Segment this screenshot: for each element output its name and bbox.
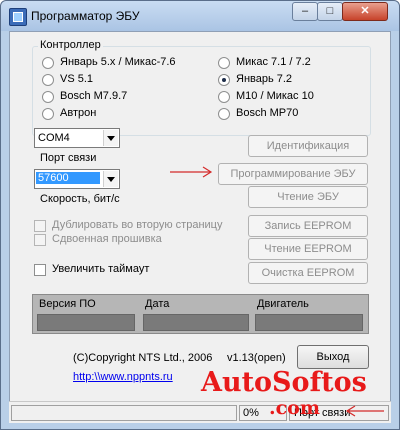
write-eeprom-button[interactable]: Запись EEPROM (248, 215, 368, 237)
version-field (37, 314, 135, 331)
website-link[interactable]: http:\\www.nppnts.ru (73, 371, 173, 383)
client-area: Контроллер Январь 5.x / Микас-7.6 VS 5.1… (9, 31, 391, 423)
increase-timeout-label[interactable]: Увеличить таймаут (52, 263, 149, 275)
progress-text: 0% (243, 407, 259, 419)
double-firmware-checkbox[interactable] (34, 234, 46, 246)
double-firmware-label[interactable]: Сдвоенная прошивка (52, 233, 162, 245)
copyright-text: (C)Copyright NTS Ltd., 2006 (73, 352, 213, 364)
engine-label: Двигатель (257, 298, 309, 310)
radio-label[interactable]: Bosch M7.9.7 (60, 90, 127, 102)
annotation-arrow-icon (170, 166, 213, 178)
radio-label[interactable]: VS 5.1 (60, 73, 93, 85)
watermark-logo: AutoSoftos (201, 367, 367, 398)
radio-avtron[interactable] (42, 108, 54, 120)
close-button[interactable]: ✕ (342, 2, 388, 21)
port-select[interactable]: COM4 (34, 128, 120, 148)
date-label: Дата (145, 298, 170, 310)
radio-label[interactable]: M10 / Микас 10 (236, 90, 314, 102)
radio-mikas-71[interactable] (218, 57, 230, 69)
read-ecu-button[interactable]: Чтение ЭБУ (248, 186, 368, 208)
status-pane-main (11, 405, 237, 421)
version-label: Версия ПО (39, 298, 96, 310)
minimize-button[interactable]: – (292, 2, 318, 21)
maximize-button[interactable]: □ (317, 2, 343, 21)
radio-yanvar-72[interactable] (218, 74, 230, 86)
annotation-arrow-left-icon (346, 405, 384, 417)
radio-bosch-mp70[interactable] (218, 108, 230, 120)
window-title: Программатор ЭБУ (31, 9, 140, 23)
identify-button[interactable]: Идентификация (248, 135, 368, 157)
radio-label[interactable]: Январь 7.2 (236, 73, 292, 85)
controller-legend: Контроллер (38, 39, 103, 51)
ecu-info-panel: Версия ПО Дата Двигатель (32, 294, 369, 334)
increase-timeout-checkbox[interactable] (34, 264, 46, 276)
chevron-down-icon[interactable] (103, 130, 118, 146)
duplicate-label[interactable]: Дублировать во вторую страницу (52, 219, 222, 231)
program-ecu-button[interactable]: Программирование ЭБУ (218, 163, 368, 185)
speed-label: Скорость, бит/с (40, 193, 120, 205)
watermark-logo-domain: .com (269, 397, 320, 419)
speed-value: 57600 (36, 172, 100, 184)
duplicate-checkbox[interactable] (34, 220, 46, 232)
radio-m10-mikas10[interactable] (218, 91, 230, 103)
status-bar: 0% Порт связи (9, 401, 391, 423)
speed-select[interactable]: 57600 (34, 169, 120, 189)
port-value: COM4 (38, 132, 70, 144)
app-window: Программатор ЭБУ – □ ✕ Контроллер Январь… (0, 0, 400, 430)
radio-label[interactable]: Bosch MP70 (236, 107, 298, 119)
date-field (143, 314, 249, 331)
port-label: Порт связи (40, 152, 97, 164)
radio-label[interactable]: Январь 5.x / Микас-7.6 (60, 56, 176, 68)
chevron-down-icon[interactable] (103, 171, 118, 187)
radio-bosch-m797[interactable] (42, 91, 54, 103)
version-text: v1.13(open) (227, 352, 286, 364)
title-bar[interactable]: Программатор ЭБУ – □ ✕ (1, 1, 399, 31)
app-icon (9, 8, 27, 26)
clear-eeprom-button[interactable]: Очистка EEPROM (248, 262, 368, 284)
engine-field (255, 314, 363, 331)
radio-label[interactable]: Микас 7.1 / 7.2 (236, 56, 311, 68)
radio-label[interactable]: Автрон (60, 107, 96, 119)
exit-button[interactable]: Выход (297, 345, 369, 369)
read-eeprom-button[interactable]: Чтение EEPROM (248, 238, 368, 260)
radio-yanvar-5x[interactable] (42, 57, 54, 69)
radio-vs-51[interactable] (42, 74, 54, 86)
